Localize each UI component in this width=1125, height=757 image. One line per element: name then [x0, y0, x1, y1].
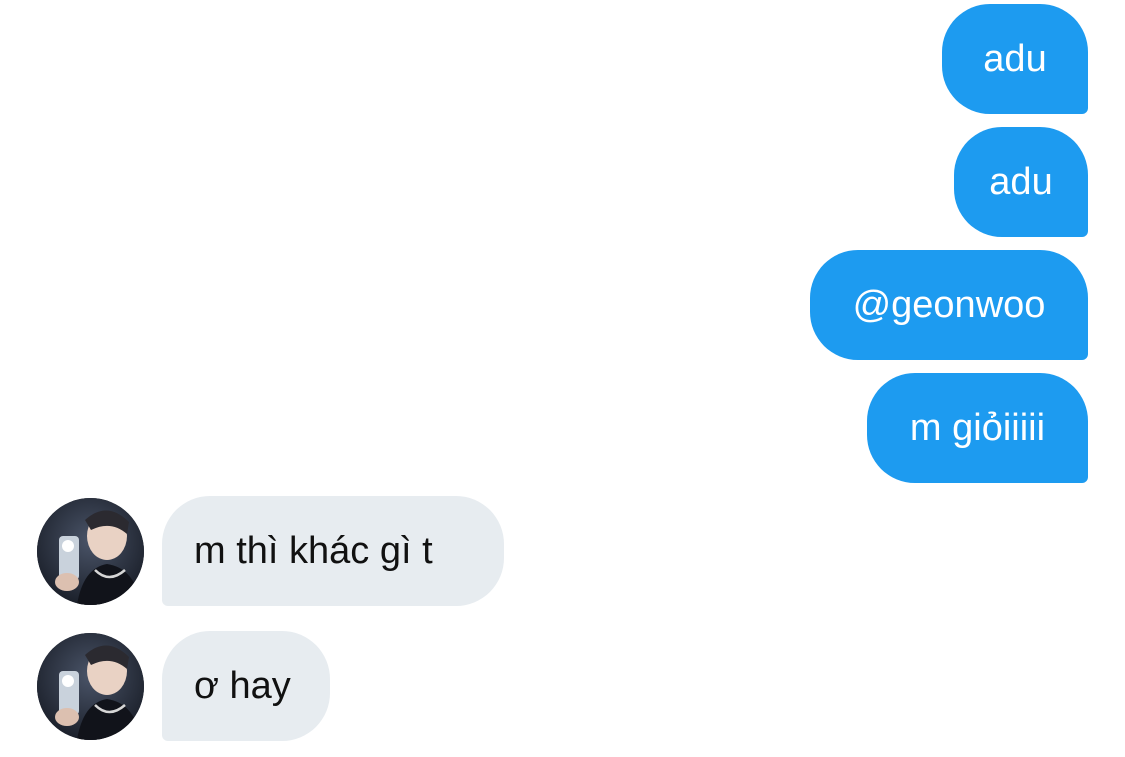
message-text: adu [989, 161, 1053, 203]
sent-message[interactable]: m giỏiiiii [867, 373, 1088, 483]
message-thread: adu adu @geonwoo m giỏiiiii m thì khác g… [0, 0, 1125, 757]
avatar-image [37, 633, 144, 740]
message-text: m giỏiiiii [909, 407, 1046, 449]
sent-message[interactable]: @geonwoo [810, 250, 1088, 360]
message-text: @geonwoo [852, 284, 1046, 326]
message-text: adu [983, 38, 1047, 80]
message-text: ơ hay [194, 665, 291, 707]
avatar-image [37, 498, 144, 605]
received-message[interactable]: ơ hay [162, 631, 330, 741]
sent-message[interactable]: adu [954, 127, 1088, 237]
user-avatar-photo-icon[interactable] [37, 633, 144, 740]
message-text: m thì khác gì t [194, 530, 433, 572]
user-avatar-photo-icon[interactable] [37, 498, 144, 605]
received-message[interactable]: m thì khác gì t [162, 496, 504, 606]
sent-message[interactable]: adu [942, 4, 1088, 114]
